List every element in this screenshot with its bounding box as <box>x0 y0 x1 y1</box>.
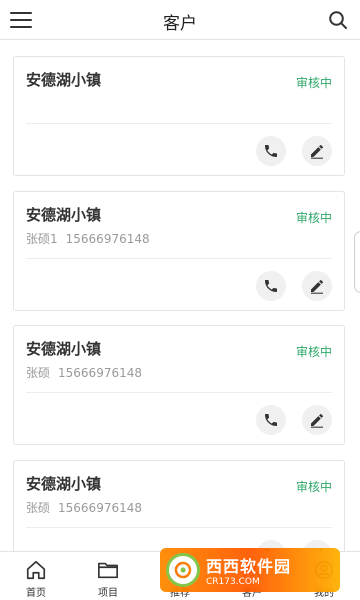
status-badge: 审核中 <box>295 480 332 494</box>
call-button[interactable] <box>256 271 286 301</box>
customer-name: 安德湖小镇 <box>26 340 102 358</box>
contact-phone: 15666976148 <box>58 366 142 380</box>
watermark-logo-icon <box>166 553 200 587</box>
status-badge: 审核中 <box>295 76 332 90</box>
watermark-text: 西西软件园 <box>206 557 292 576</box>
customer-list[interactable]: 安德湖小镇 审核中 安德湖小镇 审核中 张硕1 15666976148 安德湖小镇… <box>0 41 360 551</box>
pencil-icon <box>311 145 323 159</box>
scroll-handle[interactable] <box>354 231 360 293</box>
customer-card[interactable]: 安德湖小镇 审核中 张硕 15666976148 <box>13 460 345 551</box>
tab-home[interactable]: 首页 <box>0 552 72 600</box>
phone-icon <box>265 280 277 292</box>
page-title: 客户 <box>163 14 197 34</box>
call-button[interactable] <box>256 405 286 435</box>
watermark-overlay: 西西软件园 CR173.COM <box>160 548 340 592</box>
divider <box>26 527 332 528</box>
search-icon[interactable] <box>328 10 348 30</box>
contact-phone: 15666976148 <box>65 232 150 246</box>
call-button[interactable] <box>256 136 286 166</box>
status-badge: 审核中 <box>295 345 332 359</box>
contact-info: 张硕 15666976148 <box>26 364 142 381</box>
divider <box>26 123 332 124</box>
customer-name: 安德湖小镇 <box>26 71 102 89</box>
divider <box>26 392 332 393</box>
tab-project[interactable]: 项目 <box>72 552 144 600</box>
folder-icon <box>98 562 118 579</box>
home-icon <box>26 560 46 580</box>
edit-button[interactable] <box>302 271 332 301</box>
phone-icon <box>265 414 277 426</box>
contact-name: 张硕 <box>26 366 51 380</box>
tab-label: 首页 <box>26 588 46 599</box>
tab-label: 项目 <box>98 588 118 599</box>
customer-card[interactable]: 安德湖小镇 审核中 张硕1 15666976148 <box>13 191 345 311</box>
contact-info: 张硕 15666976148 <box>26 499 142 516</box>
customer-card[interactable]: 安德湖小镇 审核中 张硕 15666976148 <box>13 325 345 445</box>
edit-button[interactable] <box>302 405 332 435</box>
app-bar: 客户 <box>0 0 360 40</box>
contact-info: 张硕1 15666976148 <box>26 230 150 247</box>
pencil-icon <box>311 280 323 294</box>
phone-icon <box>265 145 277 157</box>
customer-name: 安德湖小镇 <box>26 206 102 224</box>
contact-phone: 15666976148 <box>58 501 142 515</box>
contact-name: 张硕1 <box>26 232 58 246</box>
watermark-url: CR173.COM <box>206 577 260 587</box>
status-badge: 审核中 <box>295 211 332 225</box>
customer-card[interactable]: 安德湖小镇 审核中 <box>13 56 345 176</box>
pencil-icon <box>311 414 323 428</box>
divider <box>26 258 332 259</box>
contact-name: 张硕 <box>26 501 51 515</box>
customer-name: 安德湖小镇 <box>26 475 102 493</box>
edit-button[interactable] <box>302 136 332 166</box>
